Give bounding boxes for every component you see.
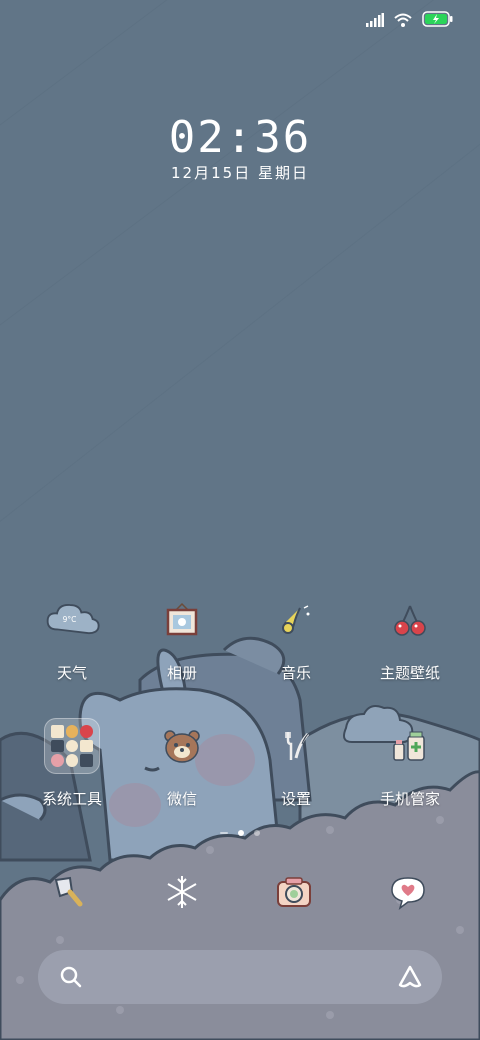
- dock-app-snowflake[interactable]: [152, 864, 212, 924]
- app-system-tools[interactable]: 系统工具: [24, 716, 120, 809]
- app-label: 设置: [280, 790, 311, 808]
- wifi-icon: [394, 12, 412, 31]
- cleaver-icon: [50, 872, 86, 912]
- snowflake-icon: [164, 874, 200, 914]
- app-label: 天气: [56, 664, 87, 682]
- app-label: 音乐: [280, 664, 311, 682]
- app-gallery[interactable]: 相册: [134, 590, 230, 683]
- weather-cloud-icon: 9°C: [42, 590, 102, 650]
- photo-frame-icon: [152, 590, 212, 650]
- heart-bubble-icon: [388, 874, 428, 914]
- dock-app-cleaver[interactable]: [38, 862, 98, 922]
- signal-bars-icon: [366, 12, 384, 31]
- app-label: 系统工具: [41, 790, 102, 808]
- page-dot[interactable]: [254, 830, 260, 836]
- bear-face-icon: [152, 716, 212, 776]
- app-label: 手机管家: [379, 790, 440, 808]
- folder-icon: [42, 716, 102, 776]
- app-label: 主题壁纸: [379, 664, 440, 682]
- fork-knife-icon: [266, 716, 326, 776]
- cherries-icon: [380, 590, 440, 650]
- search-bar[interactable]: [38, 950, 442, 1004]
- camera-icon: [274, 874, 314, 914]
- medicine-bottles-icon: [380, 716, 440, 776]
- dock-app-camera[interactable]: [264, 864, 324, 924]
- saxophone-icon: [266, 590, 326, 650]
- app-phone-manager[interactable]: 手机管家: [362, 716, 458, 809]
- page-indicator: [0, 830, 480, 836]
- dock-app-message[interactable]: [378, 864, 438, 924]
- page-dot-current[interactable]: [238, 830, 244, 836]
- app-weather[interactable]: 9°C 天气: [24, 590, 120, 683]
- search-icon[interactable]: [58, 964, 84, 994]
- app-label: 相册: [166, 664, 197, 682]
- app-settings[interactable]: 设置: [248, 716, 344, 809]
- weather-temp: 9°C: [63, 615, 77, 624]
- battery-charging-icon: [422, 11, 454, 31]
- status-bar: [366, 10, 454, 32]
- page-dot[interactable]: [220, 832, 228, 834]
- lock-date: 12月15日 星期日: [171, 164, 309, 182]
- app-label: 微信: [166, 790, 197, 808]
- app-themes[interactable]: 主题壁纸: [362, 590, 458, 683]
- assistant-icon[interactable]: [396, 963, 424, 995]
- app-wechat[interactable]: 微信: [134, 716, 230, 809]
- app-music[interactable]: 音乐: [248, 590, 344, 683]
- lock-time: 02:36: [168, 112, 312, 163]
